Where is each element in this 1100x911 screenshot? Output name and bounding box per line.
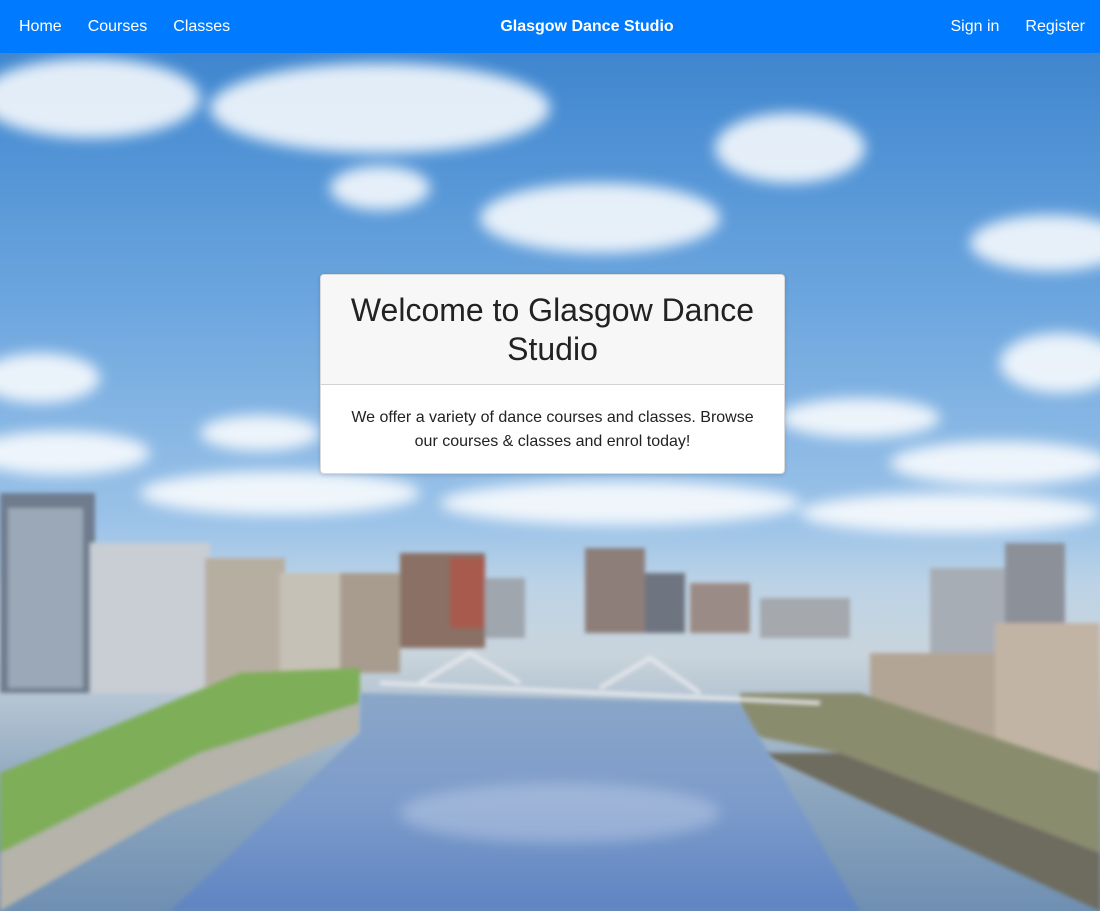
welcome-card-header: Welcome to Glasgow Dance Studio [321, 275, 784, 385]
cityscape-illustration [0, 58, 1100, 911]
top-navbar: Home Courses Classes Glasgow Dance Studi… [0, 0, 1100, 53]
nav-link-register[interactable]: Register [1025, 18, 1085, 36]
nav-link-sign-in[interactable]: Sign in [951, 18, 1000, 36]
welcome-card-body: We offer a variety of dance courses and … [321, 385, 784, 473]
nav-right-group: Sign in Register [925, 0, 1086, 53]
welcome-card: Welcome to Glasgow Dance Studio We offer… [320, 274, 785, 474]
welcome-heading: Welcome to Glasgow Dance Studio [350, 291, 755, 367]
welcome-description: We offer a variety of dance courses and … [351, 408, 754, 450]
hero-background-image [0, 53, 1100, 911]
